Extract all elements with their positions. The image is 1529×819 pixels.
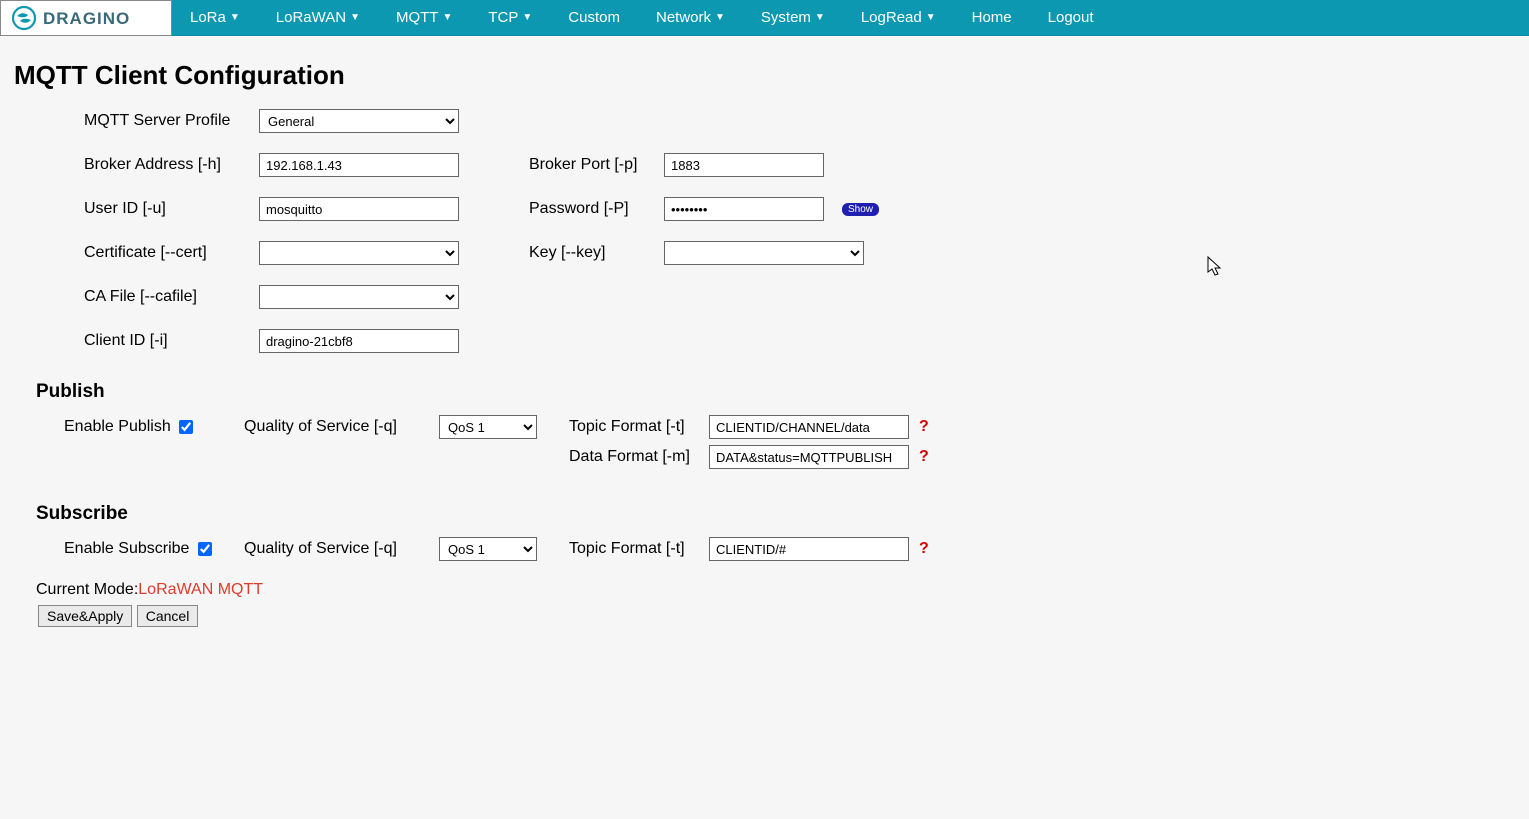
nav-network[interactable]: Network ▼ [638,0,743,36]
publish-row: Enable Publish Quality of Service [-q] Q… [64,415,1515,439]
nav-tcp-label: TCP [488,9,518,26]
cafile-select[interactable] [259,285,459,309]
nav-custom[interactable]: Custom [550,0,638,36]
brand-text: DRAGINO [43,9,130,28]
caret-icon: ▼ [230,12,240,23]
broker-port-input[interactable] [664,153,824,177]
nav-logout[interactable]: Logout [1030,0,1112,36]
sub-qos-select[interactable]: QoS 1 [439,537,537,561]
label-pub-data: Data Format [-m] [569,448,709,466]
publish-heading: Publish [36,381,1515,403]
cert-select[interactable] [259,241,459,265]
nav-lorawan-label: LoRaWAN [276,9,346,26]
top-nav: DRAGINO LoRa▼ LoRaWAN▼ MQTT▼ TCP▼ Custom… [0,0,1529,36]
brand-logo[interactable]: DRAGINO [0,0,172,36]
nav-home-label: Home [972,9,1012,26]
nav-tcp[interactable]: TCP ▼ [470,0,550,36]
label-client-id: Client ID [-i] [84,332,259,350]
help-icon[interactable]: ? [919,540,929,558]
enable-publish-checkbox[interactable] [179,420,193,434]
nav-home[interactable]: Home [954,0,1030,36]
label-broker-addr: Broker Address [-h] [84,156,259,174]
broker-address-input[interactable] [259,153,459,177]
current-mode: Current Mode:LoRaWAN MQTT [36,581,1515,599]
help-icon[interactable]: ? [919,448,929,466]
label-profile: MQTT Server Profile [84,112,259,130]
label-cert: Certificate [--cert] [84,244,259,262]
nav-logread[interactable]: LogRead ▼ [843,0,954,36]
label-password: Password [-P] [529,200,664,218]
nav-custom-label: Custom [568,9,620,26]
pub-data-input[interactable] [709,445,909,469]
show-password-button[interactable]: Show [842,203,879,216]
label-enable-subscribe: Enable Subscribe [64,540,189,558]
help-icon[interactable]: ? [919,418,929,436]
profile-select[interactable]: General [259,109,459,133]
label-sub-topic: Topic Format [-t] [569,540,709,558]
caret-icon: ▼ [442,12,452,23]
key-select[interactable] [664,241,864,265]
nav-system-label: System [761,9,811,26]
label-pub-qos: Quality of Service [-q] [244,418,439,436]
nav-logout-label: Logout [1048,9,1094,26]
nav-items: LoRa▼ LoRaWAN▼ MQTT▼ TCP▼ Custom Network… [172,0,1112,35]
user-id-input[interactable] [259,197,459,221]
label-pub-topic: Topic Format [-t] [569,418,709,436]
publish-data-row: Data Format [-m] ? [64,445,1515,469]
pub-qos-select[interactable]: QoS 1 [439,415,537,439]
nav-lora[interactable]: LoRa ▼ [172,0,258,36]
caret-icon: ▼ [522,12,532,23]
sub-topic-input[interactable] [709,537,909,561]
label-sub-qos: Quality of Service [-q] [244,540,439,558]
label-key: Key [--key] [529,244,664,262]
label-cafile: CA File [--cafile] [84,288,259,306]
nav-mqtt-label: MQTT [396,9,439,26]
nav-network-label: Network [656,9,711,26]
page-title: MQTT Client Configuration [14,60,1515,91]
mqtt-form: MQTT Server Profile General Broker Addre… [84,109,1515,353]
save-apply-button[interactable]: Save&Apply [38,605,132,627]
password-input[interactable] [664,197,824,221]
caret-icon: ▼ [815,12,825,23]
nav-system[interactable]: System ▼ [743,0,843,36]
label-enable-publish: Enable Publish [64,418,171,436]
nav-lorawan[interactable]: LoRaWAN ▼ [258,0,378,36]
caret-icon: ▼ [926,12,936,23]
client-id-input[interactable] [259,329,459,353]
subscribe-row: Enable Subscribe Quality of Service [-q]… [64,537,1515,561]
label-user-id: User ID [-u] [84,200,259,218]
enable-subscribe-checkbox[interactable] [198,542,212,556]
nav-mqtt[interactable]: MQTT▼ [378,0,470,36]
subscribe-heading: Subscribe [36,503,1515,525]
current-mode-prefix: Current Mode: [36,581,138,598]
nav-logread-label: LogRead [861,9,922,26]
pub-topic-input[interactable] [709,415,909,439]
caret-icon: ▼ [715,12,725,23]
label-broker-port: Broker Port [-p] [529,156,664,174]
nav-lora-label: LoRa [190,9,226,26]
cancel-button[interactable]: Cancel [137,605,199,627]
caret-icon: ▼ [350,12,360,23]
page-content: MQTT Client Configuration MQTT Server Pr… [0,36,1529,637]
button-row: Save&Apply Cancel [38,605,1515,627]
current-mode-value: LoRaWAN MQTT [138,581,263,598]
